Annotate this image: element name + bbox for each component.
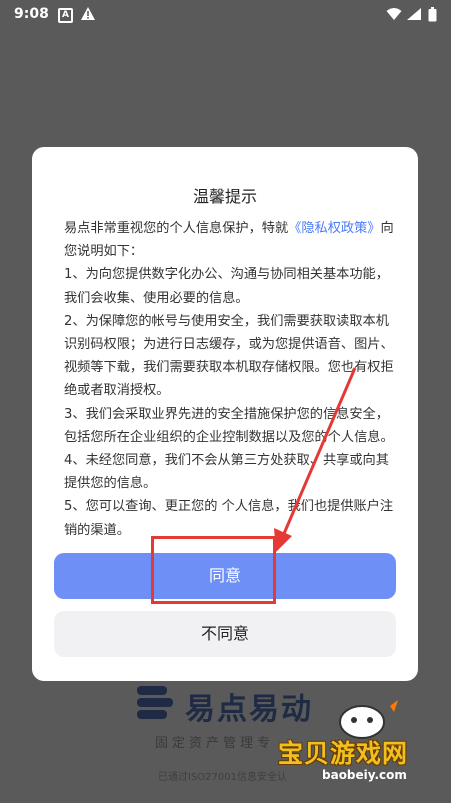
privacy-policy-link[interactable]: 《隐私权政策》 (288, 221, 380, 236)
warning-icon (80, 6, 96, 25)
status-time: 9:08 (14, 6, 49, 22)
battery-icon (428, 7, 437, 26)
highlight-box (151, 536, 276, 604)
app-footer: 已通过ISO27001信息安全认 (158, 772, 287, 783)
policy-item-4: 4、未经您同意，我们不会从第三方处获取、共享或向其提供您的信息。 (64, 453, 389, 492)
app-subtitle: 固定资产管理专 (155, 736, 275, 751)
policy-item-5: 5、您可以查询、更正您的 个人信息，我们也提供账户注销的渠道。 (64, 499, 394, 538)
a-icon: A (58, 8, 73, 23)
watermark-title: 宝贝游戏网 (278, 739, 409, 768)
status-bar: 9:08 A (0, 0, 451, 30)
dialog-title: 温馨提示 (192, 187, 257, 206)
policy-item-2: 2、为保障您的帐号与使用安全，我们需要获取读取本机识别码权限；为进行日志缓存，或… (64, 313, 394, 399)
policy-item-1: 1、为向您提供数字化办公、沟通与协同相关基本功能，我们会收集、使用必要的信息。 (64, 267, 389, 306)
app-logo-mark-icon (137, 686, 173, 719)
watermark: 宝贝游戏网 baobeiy.com (272, 698, 447, 790)
signal-icon (406, 7, 422, 25)
dialog-body: 易点非常重视您的个人信息保护，特就《隐私权政策》向您说明如下： 1、为向您提供数… (64, 217, 394, 542)
wifi-icon (386, 7, 402, 25)
intro-text: 易点非常重视您的个人信息保护，特就 (64, 221, 289, 236)
disagree-button[interactable]: 不同意 (54, 611, 396, 657)
policy-item-3: 3、我们会采取业界先进的安全措施保护您的信息安全，包括您所在企业组织的企业控制数… (64, 406, 394, 445)
dialog-intro: 易点非常重视您的个人信息保护，特就《隐私权政策》向您说明如下： (64, 217, 394, 263)
watermark-url: baobeiy.com (322, 768, 407, 782)
